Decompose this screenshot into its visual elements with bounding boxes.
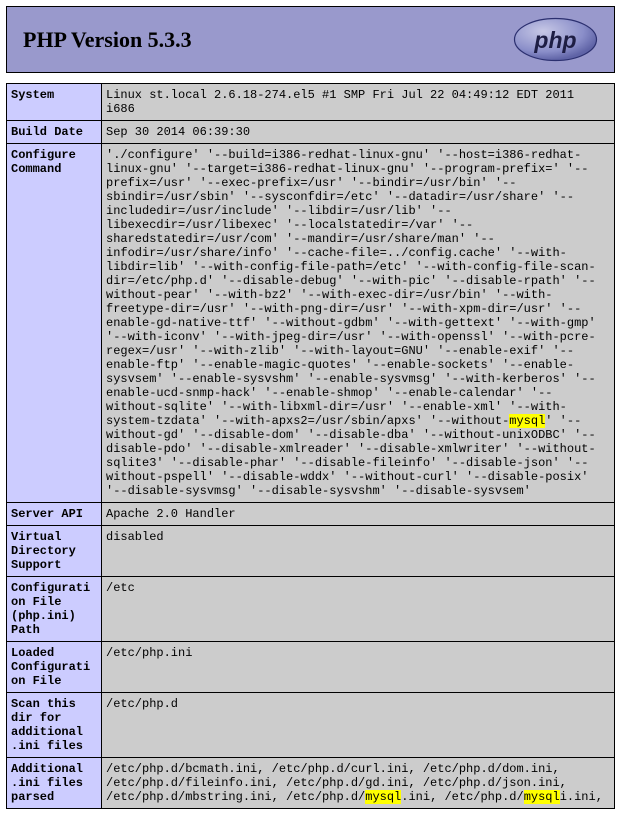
table-row: Configuration File (php.ini) Path/etc (7, 577, 615, 642)
table-row: Loaded Configuration File/etc/php.ini (7, 642, 615, 693)
table-row: Server APIApache 2.0 Handler (7, 503, 615, 526)
table-row: Scan this dir for additional .ini files/… (7, 693, 615, 758)
row-value: './configure' '--build=i386-redhat-linux… (102, 144, 615, 503)
row-value: /etc/php.d (102, 693, 615, 758)
row-label: Server API (7, 503, 102, 526)
phpinfo-header: PHP Version 5.3.3 php (6, 6, 615, 73)
search-highlight: mysql (365, 790, 401, 804)
php-logo: php (513, 17, 598, 62)
phpinfo-table: SystemLinux st.local 2.6.18-274.el5 #1 S… (6, 83, 615, 809)
table-row: Virtual Directory Supportdisabled (7, 526, 615, 577)
row-value: Linux st.local 2.6.18-274.el5 #1 SMP Fri… (102, 84, 615, 121)
table-row: SystemLinux st.local 2.6.18-274.el5 #1 S… (7, 84, 615, 121)
table-row: Build DateSep 30 2014 06:39:30 (7, 121, 615, 144)
row-value: /etc/php.d/bcmath.ini, /etc/php.d/curl.i… (102, 758, 615, 809)
table-row: Configure Command './configure' '--build… (7, 144, 615, 503)
row-value: /etc (102, 577, 615, 642)
row-label: Scan this dir for additional .ini files (7, 693, 102, 758)
row-value: disabled (102, 526, 615, 577)
table-row: Additional .ini files parsed/etc/php.d/b… (7, 758, 615, 809)
row-label: Configure Command (7, 144, 102, 503)
page-title: PHP Version 5.3.3 (23, 27, 192, 53)
row-label: Build Date (7, 121, 102, 144)
row-label: Virtual Directory Support (7, 526, 102, 577)
search-highlight: mysql (524, 790, 560, 804)
row-value: Sep 30 2014 06:39:30 (102, 121, 615, 144)
svg-text:php: php (533, 27, 576, 53)
row-label: Configuration File (php.ini) Path (7, 577, 102, 642)
row-label: System (7, 84, 102, 121)
row-value: Apache 2.0 Handler (102, 503, 615, 526)
row-label: Loaded Configuration File (7, 642, 102, 693)
row-label: Additional .ini files parsed (7, 758, 102, 809)
search-highlight: mysql (509, 414, 545, 428)
row-value: /etc/php.ini (102, 642, 615, 693)
